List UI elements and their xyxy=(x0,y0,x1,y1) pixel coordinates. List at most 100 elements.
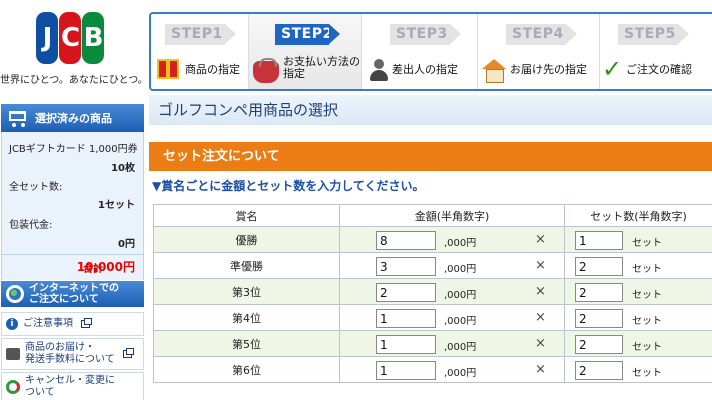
table-row: 準優勝 ,000円 × セット xyxy=(153,252,712,279)
amount-unit: ,000円 xyxy=(444,368,477,379)
step-progress-bar: STEP1 商品の指定 STEP2 お支払い方法の 指定 STEP3 差出人の指… xyxy=(149,12,712,91)
sets-input[interactable] xyxy=(575,335,623,354)
prize-name: 第3位 xyxy=(153,278,340,305)
wrapping-fee-label: 包装代金: xyxy=(9,220,53,231)
sets-cell: セット xyxy=(564,252,712,279)
prize-name: 準優勝 xyxy=(153,252,340,279)
internet-order-header[interactable]: インターネットでの ご注文について xyxy=(1,281,144,307)
step-5: STEP5 ✓ ご注文の確認 xyxy=(600,14,712,89)
step-3-label: 差出人の指定 xyxy=(392,63,458,76)
internet-order-title: インターネットでの ご注文について xyxy=(29,283,119,305)
amount-unit: ,000円 xyxy=(444,238,477,249)
step-4: STEP4 お届け先の指定 xyxy=(478,14,600,89)
sets-unit: セット xyxy=(632,342,662,353)
info-icon: i xyxy=(6,318,18,330)
check-icon: ✓ xyxy=(602,55,623,83)
amount-cell: ,000円 × xyxy=(339,356,565,383)
amount-cell: ,000円 × xyxy=(339,330,565,357)
step-2-label: お支払い方法の 指定 xyxy=(283,55,360,80)
amount-cell: ,000円 × xyxy=(339,278,565,305)
step-1-label: 商品の指定 xyxy=(185,63,240,76)
sets-input[interactable] xyxy=(575,231,623,250)
amount-input[interactable] xyxy=(376,309,436,328)
product-name: JCBギフトカード 1,000円券 xyxy=(9,144,138,155)
sidebar: J C B 世界にひとつ。あなたにひとつ。 選択済みの商品 JCBギフトカード … xyxy=(0,0,148,400)
step-3-tag: STEP3 xyxy=(390,24,461,45)
step-2-tag: STEP2 xyxy=(275,24,340,45)
amount-input[interactable] xyxy=(376,335,436,354)
prize-name: 第4位 xyxy=(153,304,340,331)
multiply-sign: × xyxy=(535,284,546,299)
link-notes[interactable]: i ご注意事項 xyxy=(1,312,144,336)
section-title: セット注文について xyxy=(149,142,712,171)
sets-cell: セット xyxy=(564,278,712,305)
link-delivery[interactable]: 商品のお届け・ 発送手数料について xyxy=(1,338,144,370)
sets-input[interactable] xyxy=(575,361,623,380)
table-row: 第3位 ,000円 × セット xyxy=(153,278,712,305)
step-4-label: お届け先の指定 xyxy=(510,63,587,76)
sets-input[interactable] xyxy=(575,257,623,276)
step-1: STEP1 商品の指定 xyxy=(151,14,249,89)
header-sets: セット数(半角数字) xyxy=(564,204,712,227)
sets-unit: セット xyxy=(632,316,662,327)
sets-cell: セット xyxy=(564,356,712,383)
wrapping-fee-value: 0円 xyxy=(118,239,135,250)
set-count-value: 1セット xyxy=(98,200,135,211)
multiply-sign: × xyxy=(535,232,546,247)
external-window-icon xyxy=(81,318,92,328)
cart-icon xyxy=(7,109,29,127)
step-1-tag: STEP1 xyxy=(165,24,236,45)
prize-name: 第5位 xyxy=(153,330,340,357)
table-row: 優勝 ,000円 × セット xyxy=(153,226,712,253)
table-row: 第6位 ,000円 × セット xyxy=(153,356,712,383)
step-3: STEP3 差出人の指定 xyxy=(362,14,478,89)
jcb-logo[interactable]: J C B xyxy=(36,12,104,64)
selected-items-header: 選択済みの商品 xyxy=(1,104,144,132)
external-window-icon xyxy=(122,348,134,358)
recycle-icon xyxy=(6,380,20,394)
logo-letter-j: J xyxy=(36,12,58,64)
link-cancel-label: キャンセル・変更に ついて xyxy=(25,375,115,398)
truck-icon xyxy=(6,348,20,360)
multiply-sign: × xyxy=(535,336,546,351)
amount-cell: ,000円 × xyxy=(339,304,565,331)
step-2: STEP2 お支払い方法の 指定 xyxy=(249,14,362,89)
amount-cell: ,000円 × xyxy=(339,252,565,279)
multiply-sign: × xyxy=(535,362,546,377)
sets-input[interactable] xyxy=(575,283,623,302)
logo-letter-c: C xyxy=(59,12,81,64)
amount-input[interactable] xyxy=(376,283,436,302)
prize-name: 第6位 xyxy=(153,356,340,383)
table-row: 第5位 ,000円 × セット xyxy=(153,330,712,357)
instruction-text: ▼賞名ごとに金額とセット数を入力してください。 xyxy=(152,179,425,193)
sets-cell: セット xyxy=(564,304,712,331)
amount-input[interactable] xyxy=(376,231,436,250)
logo-letter-b: B xyxy=(82,12,104,64)
gift-icon xyxy=(157,59,179,79)
set-count-label: 全セット数: xyxy=(9,182,63,193)
internet-order-title-line2: ご注文について xyxy=(29,294,99,305)
step-5-tag: STEP5 xyxy=(618,24,689,45)
page: J C B 世界にひとつ。あなたにひとつ。 選択済みの商品 JCBギフトカード … xyxy=(0,0,712,400)
amount-unit: ,000円 xyxy=(444,342,477,353)
amount-unit: ,000円 xyxy=(444,290,477,301)
link-notes-label: ご注意事項 xyxy=(23,318,73,329)
multiply-sign: × xyxy=(535,310,546,325)
amount-unit: ,000円 xyxy=(444,264,477,275)
link-delivery-label: 商品のお届け・ 発送手数料について xyxy=(25,342,115,365)
sets-input[interactable] xyxy=(575,309,623,328)
header-prize: 賞名 xyxy=(153,204,340,227)
link-cancel[interactable]: キャンセル・変更に ついて xyxy=(1,372,144,400)
step-5-label: ご注文の確認 xyxy=(626,63,692,76)
sets-unit: セット xyxy=(632,264,662,275)
step-4-tag: STEP4 xyxy=(506,24,577,45)
amount-input[interactable] xyxy=(376,257,436,276)
header-amount: 金額(半角数字) xyxy=(339,204,565,227)
divider xyxy=(2,254,143,255)
sets-unit: セット xyxy=(632,290,662,301)
amount-cell: ,000円 × xyxy=(339,226,565,253)
brand-slogan: 世界にひとつ。あなたにひとつ。 xyxy=(0,75,148,86)
globe-icon xyxy=(6,285,24,303)
sets-cell: セット xyxy=(564,226,712,253)
amount-input[interactable] xyxy=(376,361,436,380)
